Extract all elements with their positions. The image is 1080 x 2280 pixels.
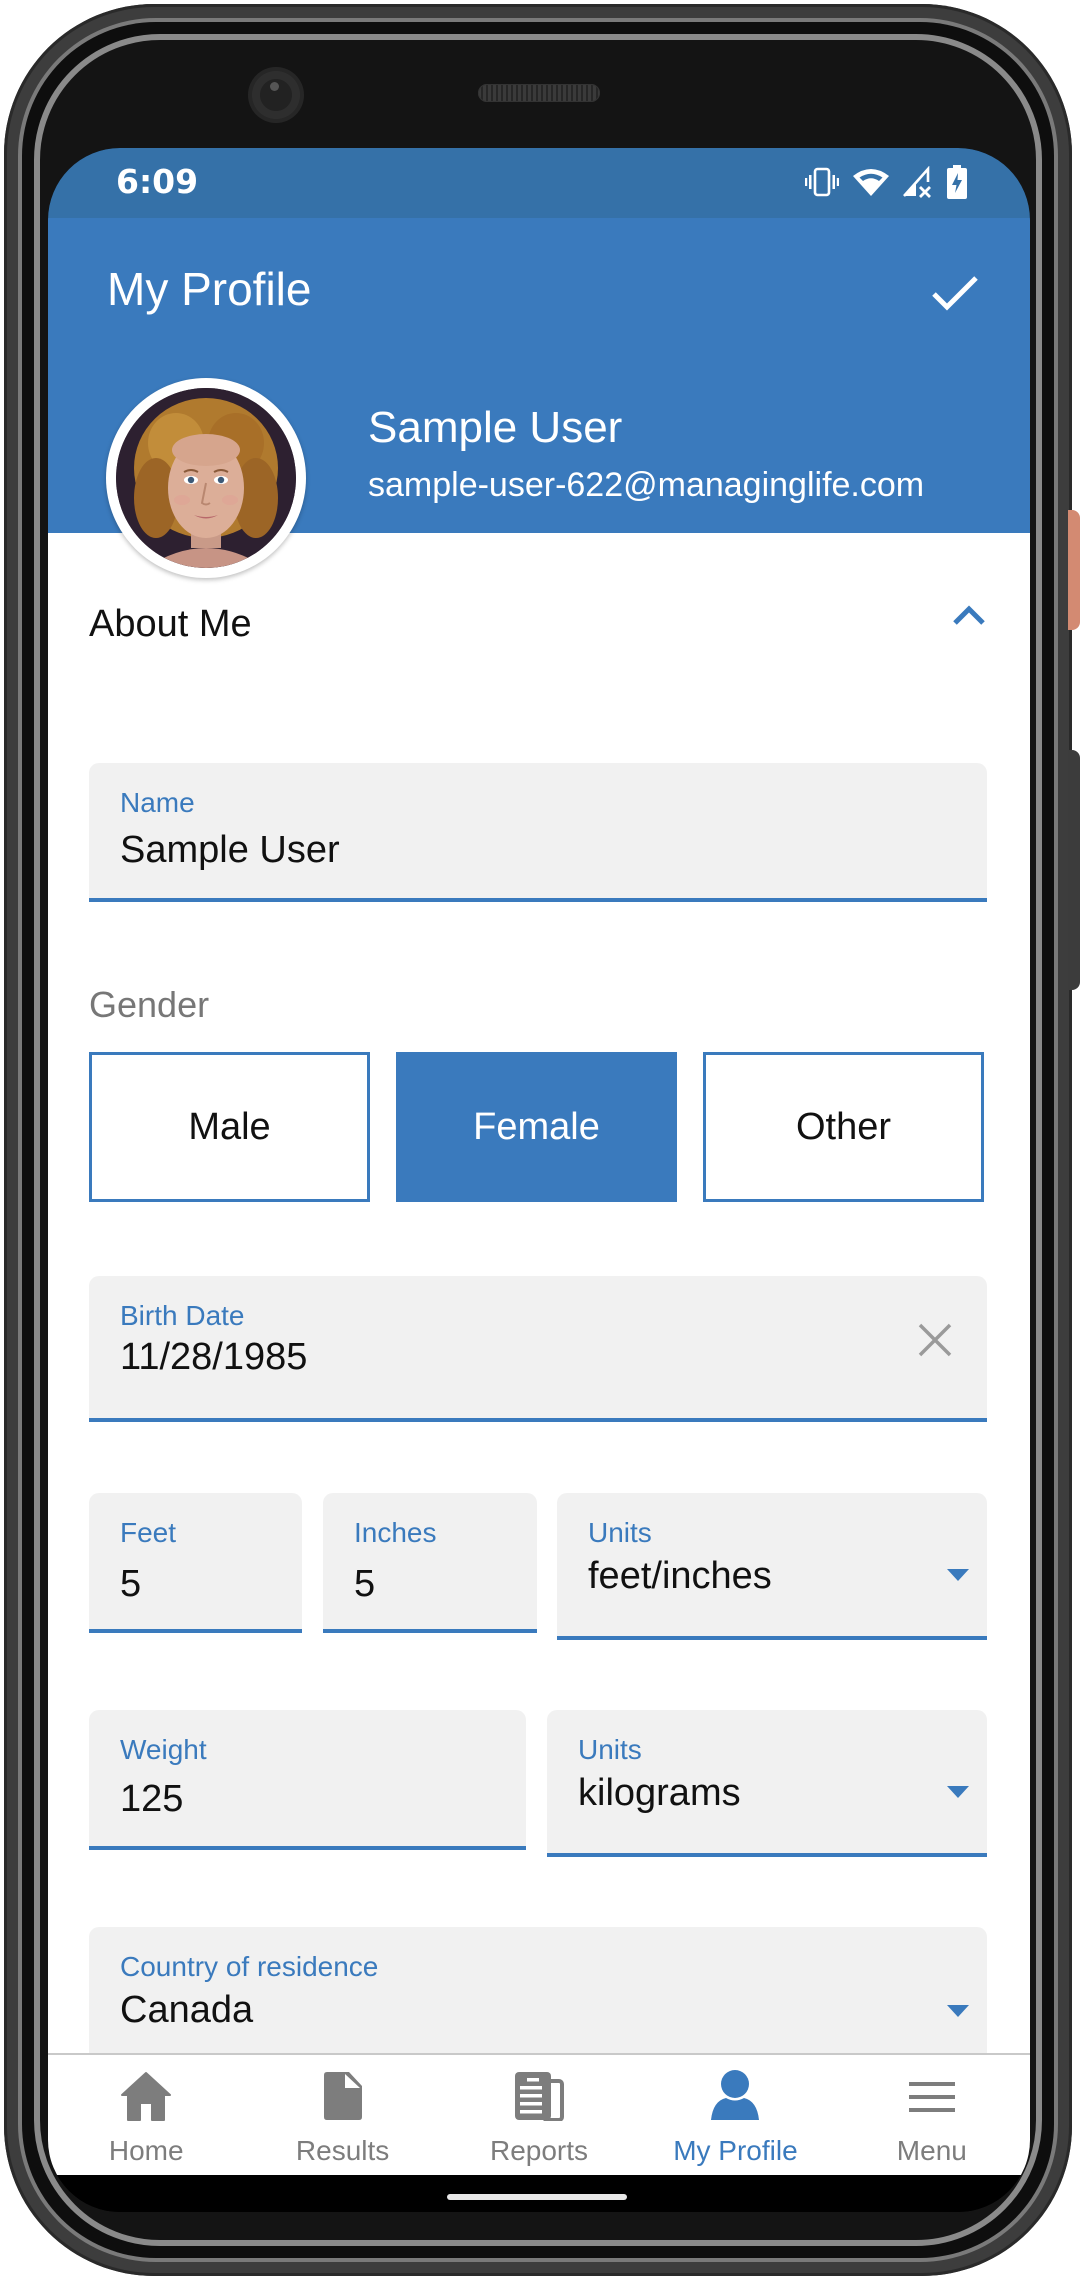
hamburger-menu-icon: [908, 2069, 956, 2121]
save-button[interactable]: [920, 258, 990, 328]
status-bar: 6:09: [48, 148, 1030, 218]
weight-units-dropdown[interactable]: Units kilograms: [547, 1710, 987, 1857]
height-feet-field[interactable]: Feet 5: [89, 1493, 302, 1633]
profile-form: About Me Name Sample User Gender Male Fe…: [48, 533, 1030, 2073]
weight-field[interactable]: Weight 125: [89, 1710, 526, 1850]
weight-units-value: kilograms: [578, 1772, 741, 1814]
nav-item-reports[interactable]: Reports: [441, 2055, 637, 2175]
volume-button[interactable]: [1068, 750, 1080, 990]
document-icon: [323, 2069, 363, 2121]
power-button[interactable]: [1068, 510, 1080, 630]
reports-icon: [514, 2069, 565, 2121]
nav-label-my-profile: My Profile: [673, 2135, 798, 2166]
height-units-dropdown[interactable]: Units feet/inches: [557, 1493, 987, 1640]
gender-option-female[interactable]: Female: [396, 1052, 677, 1202]
home-indicator[interactable]: [447, 2194, 627, 2200]
weight-units-label: Units: [578, 1734, 642, 1765]
height-feet-label: Feet: [120, 1517, 177, 1548]
profile-email: sample-user-622@managinglife.com: [368, 466, 925, 504]
weight-label: Weight: [120, 1734, 207, 1765]
vibrate-icon: [804, 166, 840, 198]
gender-option-other[interactable]: Other: [703, 1052, 984, 1202]
clear-birth-date-button[interactable]: [911, 1316, 959, 1364]
birth-date-field[interactable]: Birth Date 11/28/1985: [89, 1276, 987, 1422]
battery-charging-icon: [946, 165, 968, 199]
close-icon: [918, 1323, 952, 1357]
person-icon: [710, 2069, 760, 2121]
nav-label-home: Home: [108, 2135, 184, 2166]
name-field-value: Sample User: [120, 829, 340, 871]
name-field[interactable]: Name Sample User: [89, 763, 987, 902]
section-title-about-me: About Me: [89, 603, 252, 645]
bottom-nav: Home Results Reports My Profile Menu: [48, 2053, 1030, 2175]
country-dropdown[interactable]: Country of residence Canada: [89, 1927, 987, 2073]
nav-item-results[interactable]: Results: [244, 2055, 440, 2175]
cellular-no-signal-icon: [902, 166, 934, 198]
nav-item-home[interactable]: Home: [48, 2055, 244, 2175]
height-inches-field[interactable]: Inches 5: [323, 1493, 537, 1633]
dropdown-arrow-icon: [947, 2005, 969, 2017]
profile-photo-illustration: [116, 388, 296, 568]
country-label: Country of residence: [120, 1951, 379, 1982]
collapse-section-button[interactable]: [944, 595, 994, 635]
status-icons: [804, 164, 968, 200]
weight-value: 125: [120, 1778, 184, 1820]
height-units-value: feet/inches: [588, 1555, 772, 1597]
height-units-label: Units: [588, 1517, 652, 1548]
avatar[interactable]: [106, 378, 306, 578]
earpiece-speaker: [478, 84, 600, 102]
name-field-label: Name: [120, 787, 195, 818]
nav-label-reports: Reports: [489, 2135, 589, 2166]
page-title: My Profile: [107, 263, 312, 315]
nav-item-my-profile[interactable]: My Profile: [637, 2055, 833, 2175]
avatar-photo: [116, 388, 296, 568]
wifi-icon: [852, 166, 890, 198]
nav-label-menu: Menu: [896, 2135, 967, 2166]
nav-label-results: Results: [295, 2135, 390, 2166]
checkmark-icon: [932, 276, 978, 311]
nav-item-menu[interactable]: Menu: [834, 2055, 1030, 2175]
dropdown-arrow-icon: [947, 1786, 969, 1798]
height-inches-label: Inches: [354, 1517, 437, 1548]
app-header: My Profile Sample User sample-user-622@m…: [48, 218, 1030, 578]
birth-date-value: 11/28/1985: [120, 1336, 308, 1378]
status-time: 6:09: [116, 162, 199, 201]
birth-date-label: Birth Date: [120, 1300, 245, 1331]
gender-option-male[interactable]: Male: [89, 1052, 370, 1202]
chevron-up-icon: [953, 605, 985, 625]
profile-name: Sample User: [368, 403, 623, 452]
height-feet-value: 5: [120, 1563, 142, 1605]
home-icon: [120, 2069, 172, 2121]
gender-label: Gender: [89, 984, 210, 1025]
dropdown-arrow-icon: [947, 1569, 969, 1581]
screen: 6:09 My Profile Sample User sample-user-…: [48, 148, 1030, 2212]
front-camera: [248, 67, 304, 123]
country-value: Canada: [120, 1989, 254, 2031]
height-inches-value: 5: [354, 1563, 376, 1605]
